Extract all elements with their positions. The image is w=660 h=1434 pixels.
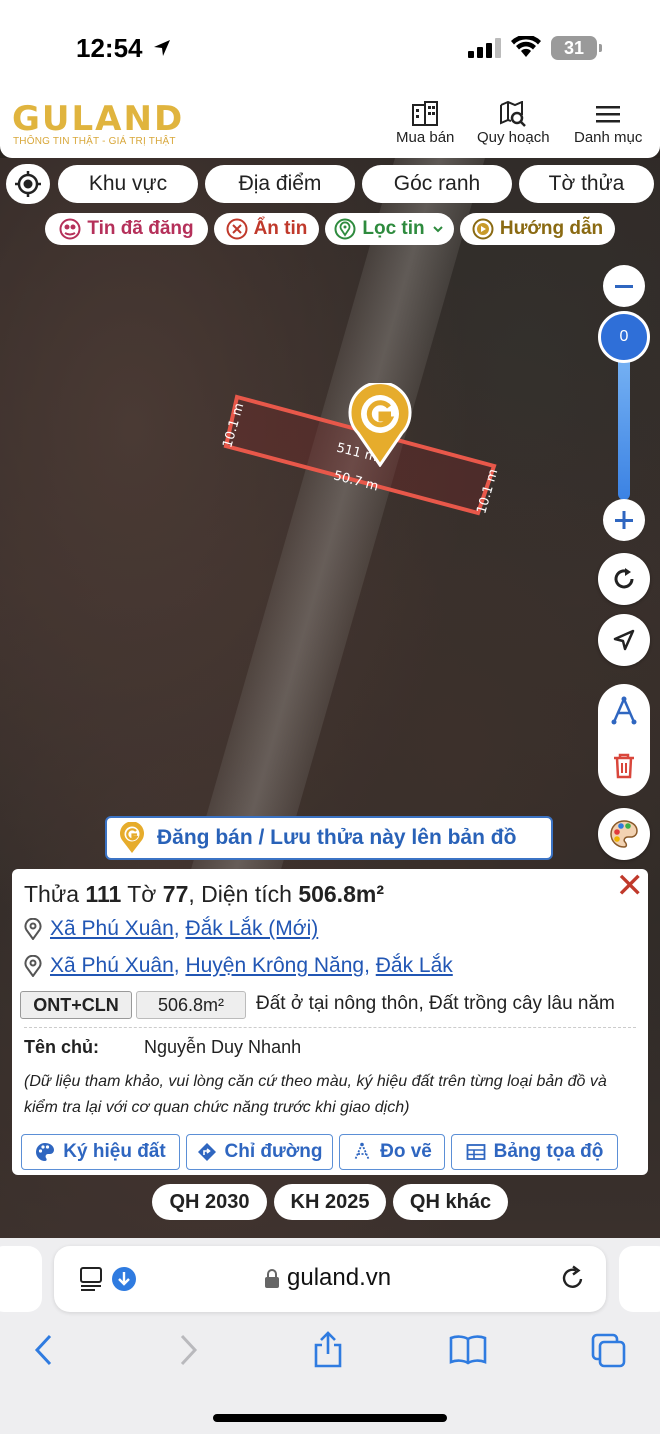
minus-icon — [615, 285, 633, 288]
land-use-area: 506.8m² — [136, 991, 246, 1019]
parcel-title: Thửa 111 Tờ 77, Diện tích 506.8m² — [24, 881, 384, 907]
home-indicator — [213, 1414, 447, 1422]
lock-icon — [265, 1269, 279, 1288]
address-province-link[interactable]: Đắk Lắk (Mới) — [185, 917, 318, 940]
address-province-link[interactable]: Đắk Lắk — [376, 954, 453, 977]
measure-icon — [354, 1142, 370, 1161]
my-location-button[interactable] — [6, 164, 50, 204]
chip-label: Hướng dẫn — [499, 218, 604, 239]
chip-huong-dan[interactable]: Hướng dẫn — [460, 213, 615, 245]
plan-chip-qh-khac[interactable]: QH khác — [393, 1184, 508, 1220]
chip-label: Lọc tin — [362, 218, 425, 239]
address-commune-link[interactable]: Xã Phú Xuân — [50, 917, 174, 940]
palette-color-icon — [610, 820, 638, 848]
hide-icon — [226, 218, 248, 240]
navigate-button[interactable] — [598, 614, 650, 666]
share-icon[interactable] — [311, 1330, 345, 1370]
refresh-button[interactable] — [598, 553, 650, 605]
directions-icon — [197, 1143, 216, 1161]
land-use-description: Đất ở tại nông thôn, Đất trồng cây lâu n… — [256, 993, 615, 1014]
sheet-label: Tờ — [127, 881, 157, 907]
palette-icon — [36, 1143, 55, 1161]
close-icon[interactable]: ✕ — [616, 869, 645, 903]
guland-pin-icon — [120, 822, 144, 853]
address-commune-link[interactable]: Xã Phú Xuân — [50, 954, 174, 977]
owner-label: Tên chủ: — [24, 1037, 99, 1057]
forward-icon[interactable] — [176, 1330, 200, 1370]
area-label: Diện tích — [201, 881, 292, 907]
next-tab-preview[interactable] — [619, 1246, 660, 1312]
area-value: 506.8m² — [298, 881, 384, 907]
divider — [24, 1027, 636, 1028]
coordinate-table-button[interactable]: Bảng tọa độ — [451, 1134, 618, 1170]
plan-chip-kh-2025[interactable]: KH 2025 — [274, 1184, 386, 1220]
title-prefix: Thửa — [24, 881, 80, 907]
pill-dia-diem[interactable]: Địa điểm — [205, 165, 355, 203]
navigate-arrow-icon — [613, 629, 635, 651]
directions-button[interactable]: Chỉ đường — [186, 1134, 333, 1170]
action-label: Bảng tọa độ — [493, 1141, 604, 1162]
map-pin-icon — [24, 918, 42, 940]
play-icon — [472, 218, 494, 240]
posted-icon — [59, 218, 81, 240]
land-use-code: ONT+CLN — [20, 991, 132, 1019]
reader-download-icon[interactable] — [78, 1264, 140, 1294]
chip-tin-da-dang[interactable]: Tin đã đăng — [45, 213, 208, 245]
location-marker-icon[interactable] — [348, 383, 412, 467]
zoom-slider-track[interactable] — [618, 340, 630, 500]
pill-to-thua[interactable]: Tờ thửa — [519, 165, 654, 203]
filter-pin-icon — [334, 218, 356, 240]
plan-chip-qh-2030[interactable]: QH 2030 — [152, 1184, 267, 1220]
post-banner-label: Đăng bán / Lưu thửa này lên bản đồ — [157, 826, 517, 849]
bookmarks-icon[interactable] — [448, 1330, 488, 1370]
pill-goc-ranh[interactable]: Góc ranh — [362, 165, 512, 203]
refresh-icon — [614, 568, 634, 589]
chip-label: Ẩn tin — [253, 218, 308, 239]
zoom-out-button[interactable] — [603, 265, 645, 307]
address-old: Xã Phú Xuân, Huyện Krông Năng, Đắk Lắk — [24, 954, 453, 978]
map-tool-group — [598, 684, 650, 796]
chip-label: Tin đã đăng — [87, 218, 194, 239]
action-label: Chỉ đường — [224, 1141, 323, 1162]
sheet-number: 77 — [162, 881, 189, 907]
crosshair-icon — [15, 171, 41, 197]
chip-an-tin[interactable]: Ẩn tin — [214, 213, 319, 245]
reload-icon[interactable] — [559, 1264, 587, 1292]
action-label: Ký hiệu đất — [63, 1141, 166, 1162]
post-parcel-banner[interactable]: Đăng bán / Lưu thửa này lên bản đồ — [105, 816, 553, 860]
measure-draw-icon[interactable] — [609, 696, 639, 726]
chip-loc-tin[interactable]: Lọc tin — [325, 213, 454, 245]
zoom-level-handle[interactable]: 0 — [598, 311, 650, 363]
map-pin-icon — [24, 955, 42, 977]
parcel-number: 111 — [85, 881, 122, 907]
trash-icon[interactable] — [611, 752, 637, 780]
zoom-in-button[interactable] — [603, 499, 645, 541]
plus-icon — [615, 511, 633, 529]
land-symbol-button[interactable]: Ký hiệu đất — [21, 1134, 180, 1170]
previous-tab-preview[interactable] — [0, 1246, 42, 1312]
tabs-icon[interactable] — [590, 1330, 628, 1370]
action-label: Đo vẽ — [380, 1141, 432, 1162]
owner-name: Nguyễn Duy Nhanh — [144, 1037, 302, 1057]
pill-khu-vuc[interactable]: Khu vực — [58, 165, 198, 203]
parcel-info-panel: Thửa 111 Tờ 77, Diện tích 506.8m² ✕ Xã P… — [12, 869, 648, 1175]
measure-button[interactable]: Đo vẽ — [339, 1134, 445, 1170]
address-district-link[interactable]: Huyện Krông Năng — [185, 954, 364, 977]
back-icon[interactable] — [32, 1330, 56, 1370]
address-new: Xã Phú Xuân, Đắk Lắk (Mới) — [24, 917, 318, 941]
chevron-down-icon — [432, 226, 443, 233]
disclaimer-text: (Dữ liệu tham khảo, vui lòng căn cứ theo… — [24, 1073, 607, 1116]
map-style-button[interactable] — [598, 808, 650, 860]
table-icon — [466, 1144, 486, 1160]
url-text[interactable]: guland.vn — [287, 1264, 391, 1292]
